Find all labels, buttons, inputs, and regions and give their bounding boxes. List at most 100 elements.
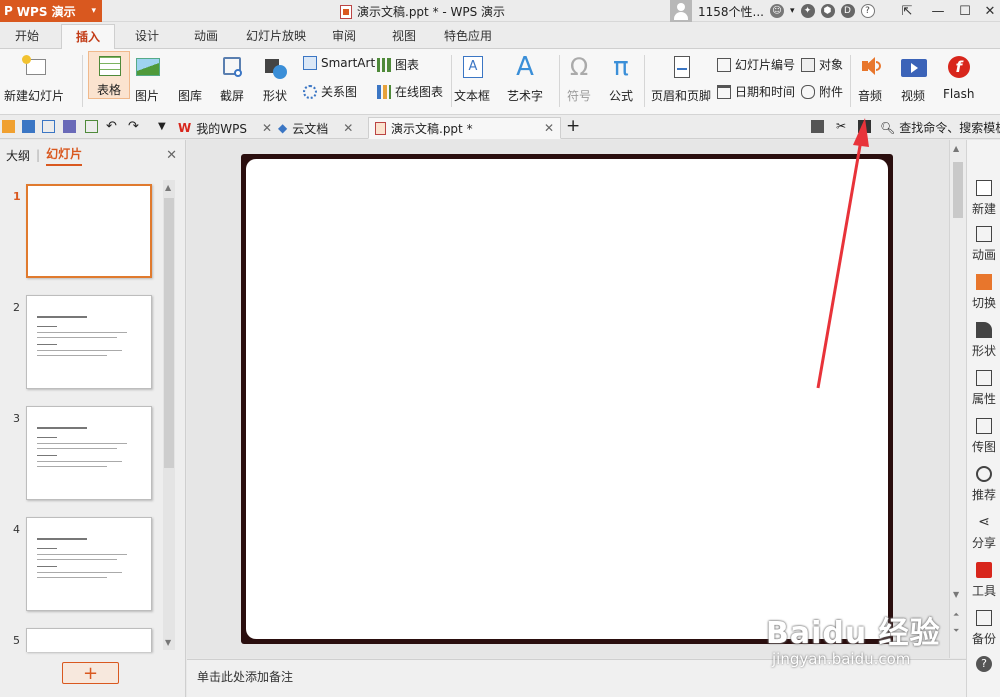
scrollbar-thumb[interactable] [953, 162, 963, 218]
tools-icon[interactable]: ✂ [836, 120, 849, 133]
date-time-button[interactable]: 日期和时间 [717, 83, 795, 100]
next-slide-icon[interactable]: ⏷ [953, 626, 959, 636]
print-preview-icon[interactable] [85, 120, 98, 133]
scroll-up-icon[interactable]: ▲ [953, 144, 959, 153]
tab-cloud-doc[interactable]: ◆ 云文档 ✕ [272, 117, 359, 139]
maximize-button[interactable]: ☐ [951, 0, 979, 22]
close-icon[interactable]: ✕ [544, 121, 554, 135]
tab-outline[interactable]: 大纲 [6, 147, 30, 164]
slide-thumbnail-2[interactable] [26, 295, 152, 389]
close-icon[interactable]: ✕ [343, 121, 353, 135]
close-button[interactable]: ✕ [976, 0, 1000, 22]
present-icon[interactable] [811, 120, 824, 133]
slide-content[interactable] [246, 159, 888, 639]
skin-icon[interactable]: ☺ [769, 4, 784, 18]
help-icon[interactable]: ? [860, 4, 875, 18]
task-backup[interactable]: 备份 [967, 610, 1000, 647]
tab-animation[interactable]: 动画 [194, 27, 218, 44]
object-button[interactable]: 对象 [801, 56, 843, 73]
picture-button[interactable]: 图片 [133, 53, 161, 104]
slide-thumbnail-1[interactable] [26, 184, 152, 278]
smartart-button[interactable]: SmartArt [303, 56, 375, 70]
tab-review[interactable]: 审阅 [332, 27, 356, 44]
task-help[interactable]: ? [967, 656, 1000, 676]
video-button[interactable]: 视频 [899, 53, 927, 104]
current-slide[interactable] [241, 154, 893, 644]
gallery-button[interactable]: 图库 [176, 53, 204, 104]
scroll-up-icon[interactable]: ▲ [165, 183, 171, 192]
tab-divider: | [36, 148, 41, 162]
slide-editing-area[interactable] [187, 140, 949, 658]
redo-icon[interactable]: ↷ [128, 120, 141, 133]
tab-insert[interactable]: 插入 [61, 24, 116, 50]
wordart-button[interactable]: A 艺术字 [507, 53, 543, 104]
thumbnail-scrollbar[interactable]: ▲ ▼ [163, 180, 175, 650]
task-properties[interactable]: 属性 [967, 370, 1000, 407]
close-icon[interactable]: ✕ [262, 121, 272, 135]
export-pdf-icon[interactable] [42, 120, 55, 133]
chart-button[interactable]: 图表 [377, 56, 419, 73]
shape-button[interactable]: 形状 [261, 53, 289, 104]
open-icon[interactable] [2, 120, 15, 133]
tab-design[interactable]: 设计 [135, 27, 159, 44]
flash-button[interactable]: f Flash [943, 53, 974, 101]
command-search[interactable]: 🔍︎ 查找命令、搜索模板 [880, 119, 1000, 136]
task-new[interactable]: 新建 [967, 180, 1000, 217]
skin-icon[interactable] [858, 120, 871, 133]
minimize-button[interactable]: — [924, 0, 952, 22]
table-button[interactable]: 表格 [88, 51, 130, 99]
tab-view[interactable]: 视图 [392, 27, 416, 44]
task-tools[interactable]: 工具 [967, 562, 1000, 599]
tab-active-document[interactable]: 演示文稿.ppt * ✕ [368, 117, 561, 139]
slide-thumbnail-4[interactable] [26, 517, 152, 611]
task-animation[interactable]: 动画 [967, 226, 1000, 263]
settings-icon[interactable]: ✦ [800, 4, 815, 18]
tab-slideshow[interactable]: 幻灯片放映 [246, 27, 306, 44]
scroll-down-icon[interactable]: ▼ [165, 638, 171, 647]
tab-start[interactable]: 开始 [15, 27, 39, 44]
tab-my-wps[interactable]: W 我的WPS ✕ [172, 117, 278, 139]
film-icon [899, 53, 927, 81]
slides-panel: 大纲 | 幻灯片 ✕ 1 2 3 4 5 ▲ ▼ + [0, 140, 186, 697]
tab-slides[interactable]: 幻灯片 [46, 145, 83, 166]
user-area[interactable]: 1158个性... ☺ ▾ ✦ ⬢ D ? [670, 0, 875, 22]
slide-thumbnail-3[interactable] [26, 406, 152, 500]
task-recommend[interactable]: 推荐 [967, 466, 1000, 503]
share-icon[interactable]: ⬢ [820, 4, 835, 18]
customize-icon[interactable]: ▼ [158, 120, 171, 133]
tab-cloud-label: 云文档 [292, 121, 329, 136]
chevron-down-icon[interactable]: ▾ [790, 6, 795, 16]
app-menu-button[interactable]: P WPS 演示 ▾ [0, 0, 102, 22]
header-footer-button[interactable]: 页眉和页脚 [651, 53, 711, 104]
symbol-button[interactable]: Ω 符号 [565, 53, 593, 104]
task-upload-image[interactable]: 传图 [967, 418, 1000, 455]
audio-button[interactable]: 音频 [856, 53, 884, 104]
restore-ribbon-icon[interactable]: ⇱ [893, 0, 921, 22]
user-name[interactable]: 1158个性... [698, 3, 764, 20]
close-icon[interactable]: ✕ [166, 148, 177, 163]
canvas-scrollbar[interactable]: ▲ ▼ ⏶ ⏷ [949, 140, 966, 658]
skin-switch-icon[interactable]: D [840, 4, 855, 18]
scrollbar-thumb[interactable] [164, 198, 174, 468]
task-shape[interactable]: 形状 [967, 322, 1000, 359]
slide-thumbnail-5[interactable] [26, 628, 152, 652]
new-slide-button[interactable]: 新建幻灯片 [4, 53, 64, 104]
new-tab-plus-icon[interactable]: + [566, 116, 580, 136]
slide-number-button[interactable]: 幻灯片编号 [717, 56, 795, 73]
undo-icon[interactable]: ↶ [106, 120, 119, 133]
textbox-button[interactable]: A 文本框 [454, 53, 490, 104]
online-chart-button[interactable]: 在线图表 [377, 83, 443, 100]
relation-button[interactable]: 关系图 [303, 83, 357, 100]
screenshot-button[interactable]: 截屏 [218, 53, 246, 104]
previous-slide-icon[interactable]: ⏶ [953, 610, 959, 620]
avatar[interactable] [670, 0, 692, 22]
add-slide-button[interactable]: + [62, 662, 119, 684]
tab-features[interactable]: 特色应用 [444, 27, 492, 44]
task-share[interactable]: ⋖ 分享 [967, 514, 1000, 551]
print-icon[interactable] [63, 120, 76, 133]
task-transition[interactable]: 切换 [967, 274, 1000, 311]
save-icon[interactable] [22, 120, 35, 133]
formula-button[interactable]: π 公式 [607, 53, 635, 104]
attachment-button[interactable]: 附件 [801, 83, 843, 100]
scroll-down-icon[interactable]: ▼ [953, 590, 959, 599]
